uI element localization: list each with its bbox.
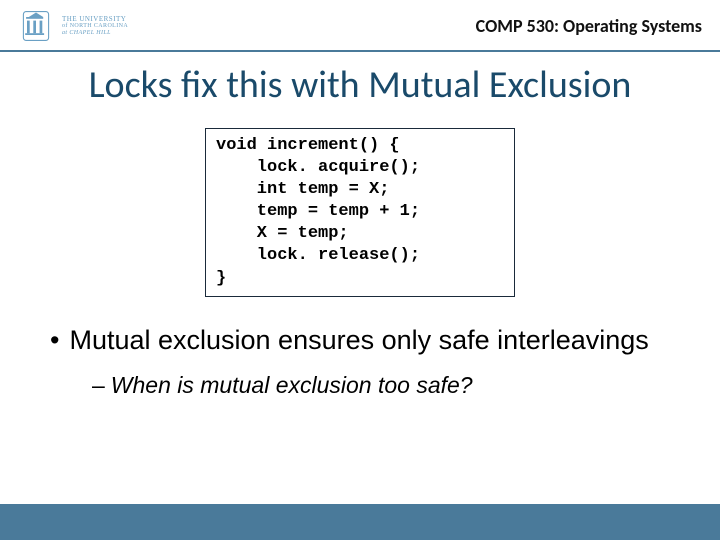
bullet-1: • Mutual exclusion ensures only safe int…	[50, 325, 680, 356]
course-label: COMP 530: Operating Systems	[476, 15, 702, 37]
unc-logo-icon	[18, 8, 54, 44]
code-box: void increment() { lock. acquire(); int …	[205, 128, 515, 297]
bullet-dash-icon: –	[92, 372, 105, 398]
logo: THE UNIVERSITY of NORTH CAROLINA at CHAP…	[18, 8, 128, 44]
bullet-2-text: When is mutual exclusion too safe?	[111, 372, 473, 398]
logo-text-line2: of NORTH CAROLINA	[62, 23, 128, 30]
slide-header: THE UNIVERSITY of NORTH CAROLINA at CHAP…	[0, 0, 720, 52]
bullet-dot-icon: •	[50, 325, 59, 356]
bullet-2: –When is mutual exclusion too safe?	[92, 372, 680, 399]
logo-text: THE UNIVERSITY of NORTH CAROLINA at CHAP…	[62, 15, 128, 37]
slide-title: Locks fix this with Mutual Exclusion	[0, 62, 720, 108]
logo-text-line3: at CHAPEL HILL	[62, 30, 128, 37]
bullet-1-text: Mutual exclusion ensures only safe inter…	[69, 325, 648, 356]
bullet-list: • Mutual exclusion ensures only safe int…	[50, 325, 680, 399]
logo-text-line1: THE UNIVERSITY	[62, 15, 128, 23]
footer-bar	[0, 504, 720, 540]
